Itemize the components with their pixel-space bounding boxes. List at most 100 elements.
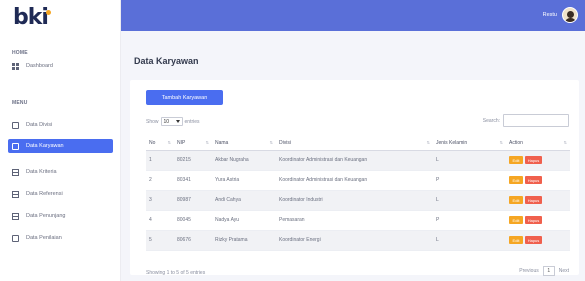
edit-button[interactable]: Edit [509,196,523,204]
cell-no: 5 [146,230,174,251]
brand-dot [46,10,51,15]
sort-icon: ⇅ [269,140,273,145]
sidebar: bki HOME Dashboard MENU Data Divisi Data… [0,0,121,281]
sort-icon: ⇅ [499,140,503,145]
delete-button[interactable]: Hapus [525,216,542,224]
entries-label: entries [184,118,200,125]
column-header-no[interactable]: No ⇅ [146,137,174,151]
cell-action: Edit Hapus [506,190,570,211]
cell-action: Edit Hapus [506,210,570,231]
cell-no: 4 [146,210,174,231]
edit-button[interactable]: Edit [509,156,523,164]
chevron-down-icon [175,120,180,123]
section-label-home: HOME [12,50,28,56]
cell-divisi: Pemasaran [276,210,433,231]
sidebar-item-label: Data Penilaian [26,235,62,241]
sidebar-item-data-kriteria[interactable]: Data Kriteria [8,165,113,179]
column-header-nama[interactable]: Nama ⇅ [212,137,276,151]
cell-nama: Andi Cahya [212,190,276,211]
add-employee-button[interactable]: Tambah Karyawan [146,90,223,105]
delete-button[interactable]: Hapus [525,156,542,164]
delete-button[interactable]: Hapus [525,176,542,184]
table-row: 5 80676 Rizky Pratama Koordinator Energi… [146,230,570,251]
sort-icon: ⇅ [563,140,567,145]
cell-nip: 80045 [174,210,212,231]
sidebar-item-label: Data Penunjang [26,213,66,219]
cell-divisi: Koordinator Administrasi dan Keuangan [276,170,433,191]
entries-select-value: 10 [163,118,170,125]
cell-divisi: Koordinator Administrasi dan Keuangan [276,150,433,171]
cell-nama: Rizky Pratama [212,230,276,251]
edit-button[interactable]: Edit [509,236,523,244]
entries-length-control: Show 10 entries [146,117,200,126]
box-icon [12,142,19,150]
table-icon [12,168,19,176]
search-input[interactable] [503,114,569,127]
table-row: 4 80045 Nadya Ayu Pemasaran P Edit Hapus [146,210,570,231]
grid-icon [12,62,19,70]
search-control: Search: [483,114,569,127]
sort-icon: ⇅ [167,140,171,145]
cell-jenis-kelamin: P [433,170,506,191]
entries-select[interactable]: 10 [160,117,183,126]
cell-nama: Yura Astria [212,170,276,191]
delete-button[interactable]: Hapus [525,236,542,244]
pagination-page-1[interactable]: 1 [542,266,555,276]
table-icon [12,190,19,198]
delete-button[interactable]: Hapus [525,196,542,204]
sidebar-item-data-divisi[interactable]: Data Divisi [8,118,113,132]
column-header-nip[interactable]: NIP ⇅ [174,137,212,151]
content-card: Tambah Karyawan Show 10 entries Search: … [130,80,579,276]
pagination: Previous 1 Next [519,266,569,276]
column-header-jenis-kelamin[interactable]: Jenis Kelamin ⇅ [433,137,506,151]
cell-no: 3 [146,190,174,211]
user-name[interactable]: Restu [543,12,557,18]
cell-action: Edit Hapus [506,170,570,191]
sidebar-item-label: Data Referensi [26,191,63,197]
sidebar-item-data-karyawan[interactable]: Data Karyawan [8,139,113,153]
search-label: Search: [482,117,500,124]
table-row: 1 80215 Akbar Nugraha Koordinator Admini… [146,150,570,171]
cell-nip: 80987 [174,190,212,211]
cell-jenis-kelamin: L [433,190,506,211]
table-row: 2 80341 Yura Astria Koordinator Administ… [146,170,570,191]
cell-nip: 80341 [174,170,212,191]
column-header-action[interactable]: Action ⇅ [506,137,570,151]
column-header-divisi[interactable]: Divisi ⇅ [276,137,433,151]
brand-name: bki [13,5,49,30]
cell-jenis-kelamin: P [433,210,506,231]
sidebar-item-label: Data Divisi [26,122,53,128]
page-title: Data Karyawan [134,56,199,66]
sidebar-item-label: Dashboard [26,63,53,69]
topbar: Restu [121,0,585,31]
edit-button[interactable]: Edit [509,216,523,224]
sidebar-item-data-penilaian[interactable]: Data Penilaian [8,231,113,245]
cell-divisi: Koordinator Industri [276,190,433,211]
user-avatar[interactable] [562,7,578,23]
cell-action: Edit Hapus [506,150,570,171]
table-info: Showing 1 to 5 of 5 entries [146,270,206,276]
brand-logo[interactable]: bki [13,5,93,35]
cell-no: 2 [146,170,174,191]
sidebar-item-label: Data Karyawan [26,143,64,149]
cell-nama: Nadya Ayu [212,210,276,231]
cell-divisi: Koordinator Energi [276,230,433,251]
sidebar-item-dashboard[interactable]: Dashboard [8,59,113,73]
sort-icon: ⇅ [205,140,209,145]
pagination-next[interactable]: Next [559,268,569,274]
edit-button[interactable]: Edit [509,176,523,184]
sidebar-item-data-penunjang[interactable]: Data Penunjang [8,209,113,223]
document-icon [12,234,19,242]
cell-nip: 80676 [174,230,212,251]
cell-jenis-kelamin: L [433,230,506,251]
table-row: 3 80987 Andi Cahya Koordinator Industri … [146,190,570,211]
pagination-previous[interactable]: Previous [519,268,538,274]
cell-action: Edit Hapus [506,230,570,251]
table-icon [12,212,19,220]
cell-nip: 80215 [174,150,212,171]
sidebar-item-label: Data Kriteria [26,169,57,175]
show-label: Show [146,118,159,125]
cell-nama: Akbar Nugraha [212,150,276,171]
section-label-menu: MENU [12,100,28,106]
sidebar-item-data-referensi[interactable]: Data Referensi [8,187,113,201]
